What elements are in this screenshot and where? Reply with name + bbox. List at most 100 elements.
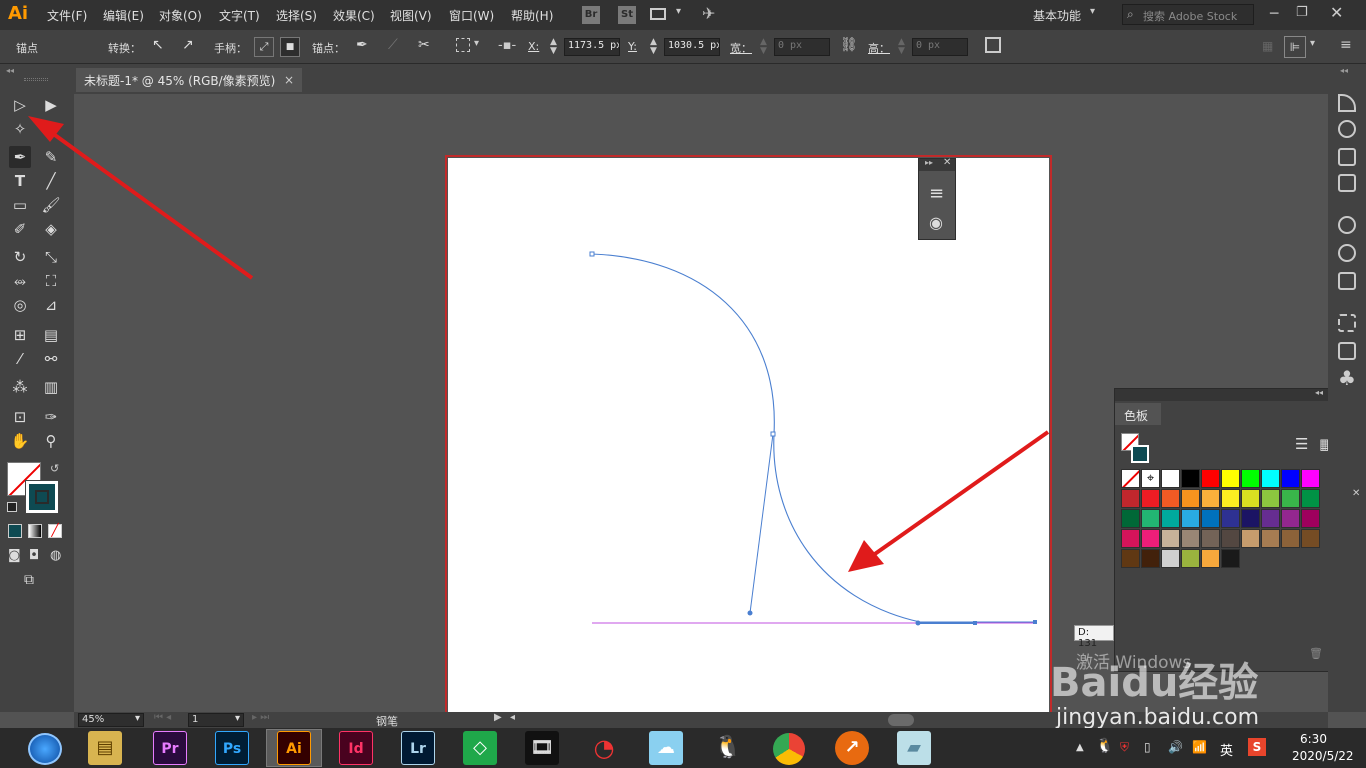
swatch[interactable] xyxy=(1141,489,1160,508)
stroke-panel-icon[interactable]: ≡ xyxy=(929,183,944,204)
green-app-icon[interactable]: ◇ xyxy=(463,731,497,765)
swatch[interactable] xyxy=(1141,509,1160,528)
panel-stroke-swatch[interactable] xyxy=(1131,445,1149,463)
graphic-styles-icon[interactable] xyxy=(1338,244,1356,262)
swatch[interactable] xyxy=(1161,549,1180,568)
swatch[interactable] xyxy=(1281,509,1300,528)
premiere-icon[interactable]: Pr xyxy=(153,731,187,765)
swatch[interactable] xyxy=(1221,529,1240,548)
anchor-point[interactable] xyxy=(973,621,977,625)
chat-app-icon[interactable]: ☁ xyxy=(649,731,683,765)
swatch-none[interactable] xyxy=(1121,469,1140,488)
swatch[interactable] xyxy=(1261,529,1280,548)
handle-point[interactable] xyxy=(915,620,921,626)
transform-panel-icon[interactable] xyxy=(1338,314,1356,332)
swatch[interactable] xyxy=(1241,489,1260,508)
swatch[interactable] xyxy=(1201,489,1220,508)
anchor-point[interactable] xyxy=(770,431,776,437)
swatch[interactable] xyxy=(1121,509,1140,528)
page-select[interactable]: 1 ▾ xyxy=(188,713,244,727)
close-panel-icon[interactable]: ✕ xyxy=(943,157,951,168)
swatch[interactable] xyxy=(1221,509,1240,528)
pathfinder-icon[interactable] xyxy=(1338,342,1356,360)
expand-icon[interactable]: ▸▸ xyxy=(925,158,933,167)
tray-device-icon[interactable]: ▯ xyxy=(1144,740,1151,754)
color-icon[interactable] xyxy=(1338,120,1356,138)
tray-qq-icon[interactable]: 🐧 xyxy=(1096,738,1113,754)
swatch[interactable] xyxy=(1261,509,1280,528)
club-icon[interactable]: ♣ xyxy=(1338,366,1356,390)
swatch[interactable] xyxy=(1201,529,1220,548)
swatch[interactable] xyxy=(1221,469,1240,488)
swatch[interactable] xyxy=(1301,509,1320,528)
swatch[interactable] xyxy=(1121,489,1140,508)
indesign-icon[interactable]: Id xyxy=(339,731,373,765)
sogou-icon[interactable]: S xyxy=(1248,738,1266,756)
swatch[interactable] xyxy=(1161,469,1180,488)
scroll-left-icon[interactable]: ◂ xyxy=(510,712,515,723)
delete-swatch-icon[interactable]: 🗑 xyxy=(1309,647,1323,660)
red-app-icon[interactable]: ◔ xyxy=(587,731,621,765)
lightroom-icon[interactable]: Lr xyxy=(401,731,435,765)
swatch[interactable] xyxy=(1281,489,1300,508)
swatch[interactable] xyxy=(1201,549,1220,568)
chrome-icon[interactable] xyxy=(773,733,805,765)
brushes-icon[interactable] xyxy=(1338,272,1356,290)
status-menu-icon[interactable]: ▶ xyxy=(494,712,502,723)
ime-indicator[interactable]: 英 xyxy=(1220,740,1233,759)
swatch[interactable] xyxy=(1201,509,1220,528)
horizontal-scrollbar-thumb[interactable] xyxy=(888,714,914,726)
swatch[interactable] xyxy=(1161,529,1180,548)
file-explorer-icon[interactable]: ▤ xyxy=(88,731,122,765)
list-view-icon[interactable]: ☰ xyxy=(1295,435,1308,453)
swatch[interactable] xyxy=(1281,529,1300,548)
swatch[interactable] xyxy=(1301,469,1320,488)
swatch[interactable] xyxy=(1261,489,1280,508)
zoom-select[interactable]: 45% ▾ xyxy=(78,713,144,727)
swatch[interactable] xyxy=(1241,529,1260,548)
tray-security-icon[interactable]: ⛨ xyxy=(1120,740,1129,755)
swatch[interactable] xyxy=(1181,529,1200,548)
photoshop-icon[interactable]: Ps xyxy=(215,731,249,765)
swatch[interactable] xyxy=(1301,489,1320,508)
collapse-panel-icon[interactable]: ◂◂ xyxy=(1315,388,1323,397)
qq-icon[interactable]: 🐧 xyxy=(711,731,745,765)
dock-expand-icon[interactable]: ◂◂ xyxy=(1340,66,1348,75)
swatch[interactable] xyxy=(1121,529,1140,548)
bezier-path[interactable] xyxy=(591,253,1035,623)
start-button[interactable] xyxy=(28,733,62,765)
notepad-icon[interactable]: ▰ xyxy=(897,731,931,765)
swatch-registration[interactable]: ⌖ xyxy=(1141,469,1160,488)
swatch[interactable] xyxy=(1261,469,1280,488)
layers-icon[interactable] xyxy=(1338,174,1356,192)
swatch[interactable] xyxy=(1241,469,1260,488)
tray-expand-icon[interactable]: ▲ xyxy=(1076,742,1084,753)
swatch[interactable] xyxy=(1281,469,1300,488)
swatch[interactable] xyxy=(1301,529,1320,548)
dock-close-icon[interactable]: ✕ xyxy=(1352,488,1360,499)
symbols-icon[interactable] xyxy=(1338,216,1356,234)
swatch[interactable] xyxy=(1121,549,1140,568)
swatch[interactable] xyxy=(1161,509,1180,528)
swatch[interactable] xyxy=(1141,529,1160,548)
swatch[interactable] xyxy=(1181,549,1200,568)
swatch[interactable] xyxy=(1181,509,1200,528)
swatch[interactable] xyxy=(1161,489,1180,508)
anchor-point[interactable] xyxy=(1033,620,1037,624)
swatch[interactable] xyxy=(1141,549,1160,568)
anchor-point[interactable] xyxy=(589,251,595,257)
handle-point[interactable] xyxy=(747,610,753,616)
network-icon[interactable]: 📶 xyxy=(1192,740,1207,754)
swatch[interactable] xyxy=(1241,509,1260,528)
swatch[interactable] xyxy=(1181,489,1200,508)
orange-browser-icon[interactable]: ↗ xyxy=(835,731,869,765)
color-guide-icon[interactable] xyxy=(1338,94,1356,112)
swatch[interactable] xyxy=(1221,549,1240,568)
volume-icon[interactable]: 🔊 xyxy=(1168,740,1183,754)
swatch[interactable] xyxy=(1221,489,1240,508)
export-icon[interactable] xyxy=(1338,148,1356,166)
swatches-tab[interactable]: 色板 xyxy=(1115,403,1161,425)
video-editor-icon[interactable]: 🎞 xyxy=(525,731,559,765)
swatch[interactable] xyxy=(1181,469,1200,488)
illustrator-icon[interactable]: Ai xyxy=(277,731,311,765)
